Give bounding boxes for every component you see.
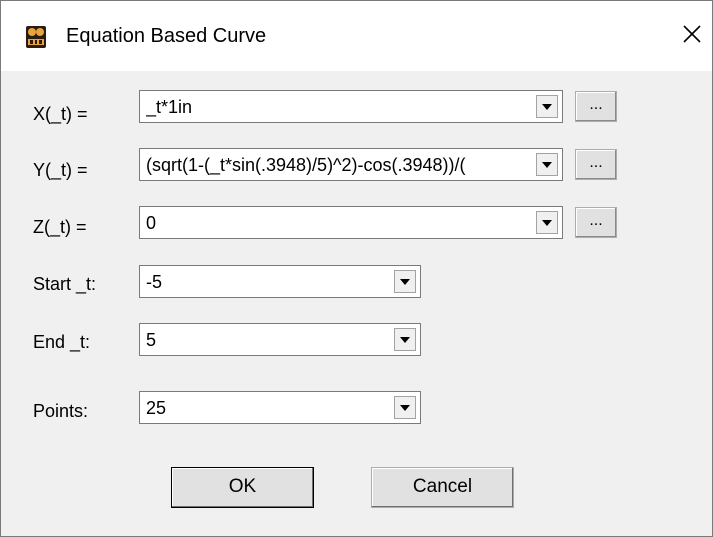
chevron-down-icon <box>400 278 410 285</box>
x-browse-button[interactable]: ... <box>575 91 617 122</box>
end-value: 5 <box>146 330 157 350</box>
ok-button[interactable]: OK <box>171 467 314 508</box>
title-bar: Equation Based Curve <box>1 1 712 71</box>
edt-app-icon <box>26 26 46 48</box>
y-label: Y(_t) = <box>33 160 88 180</box>
points-value: 25 <box>146 398 167 418</box>
close-button[interactable] <box>677 19 707 49</box>
end-label: End _t: <box>33 332 91 352</box>
window-title: Equation Based Curve <box>66 25 267 47</box>
x-dropdown-button[interactable] <box>536 95 558 118</box>
chevron-down-icon <box>542 161 552 168</box>
points-label: Points: <box>33 401 89 421</box>
end-dropdown-button[interactable] <box>394 328 416 351</box>
z-label: Z(_t) = <box>33 217 87 237</box>
x-label: X(_t) = <box>33 104 88 124</box>
chevron-down-icon <box>400 404 410 411</box>
equation-based-curve-dialog: Equation Based Curve X(_t) = _t*1in ... … <box>0 0 713 537</box>
end-combo[interactable]: 5 <box>139 323 421 356</box>
y-browse-button[interactable]: ... <box>575 149 617 180</box>
y-equation-value: (sqrt(1-(_t*sin(.3948)/5)^2)-cos(.3948))… <box>146 155 466 175</box>
chevron-down-icon <box>542 103 552 110</box>
z-browse-button[interactable]: ... <box>575 207 617 238</box>
z-equation-value: 0 <box>146 213 157 233</box>
cancel-button[interactable]: Cancel <box>371 467 514 508</box>
start-value: -5 <box>146 272 163 292</box>
points-combo[interactable]: 25 <box>139 391 421 424</box>
points-dropdown-button[interactable] <box>394 396 416 419</box>
chevron-down-icon <box>542 219 552 226</box>
x-equation-combo[interactable]: _t*1in <box>139 90 563 123</box>
start-label: Start _t: <box>33 274 97 294</box>
close-icon <box>683 25 701 43</box>
y-equation-combo[interactable]: (sqrt(1-(_t*sin(.3948)/5)^2)-cos(.3948))… <box>139 148 563 181</box>
z-dropdown-button[interactable] <box>536 211 558 234</box>
chevron-down-icon <box>400 336 410 343</box>
start-dropdown-button[interactable] <box>394 270 416 293</box>
z-equation-combo[interactable]: 0 <box>139 206 563 239</box>
x-equation-value: _t*1in <box>146 97 193 117</box>
y-dropdown-button[interactable] <box>536 153 558 176</box>
start-combo[interactable]: -5 <box>139 265 421 298</box>
